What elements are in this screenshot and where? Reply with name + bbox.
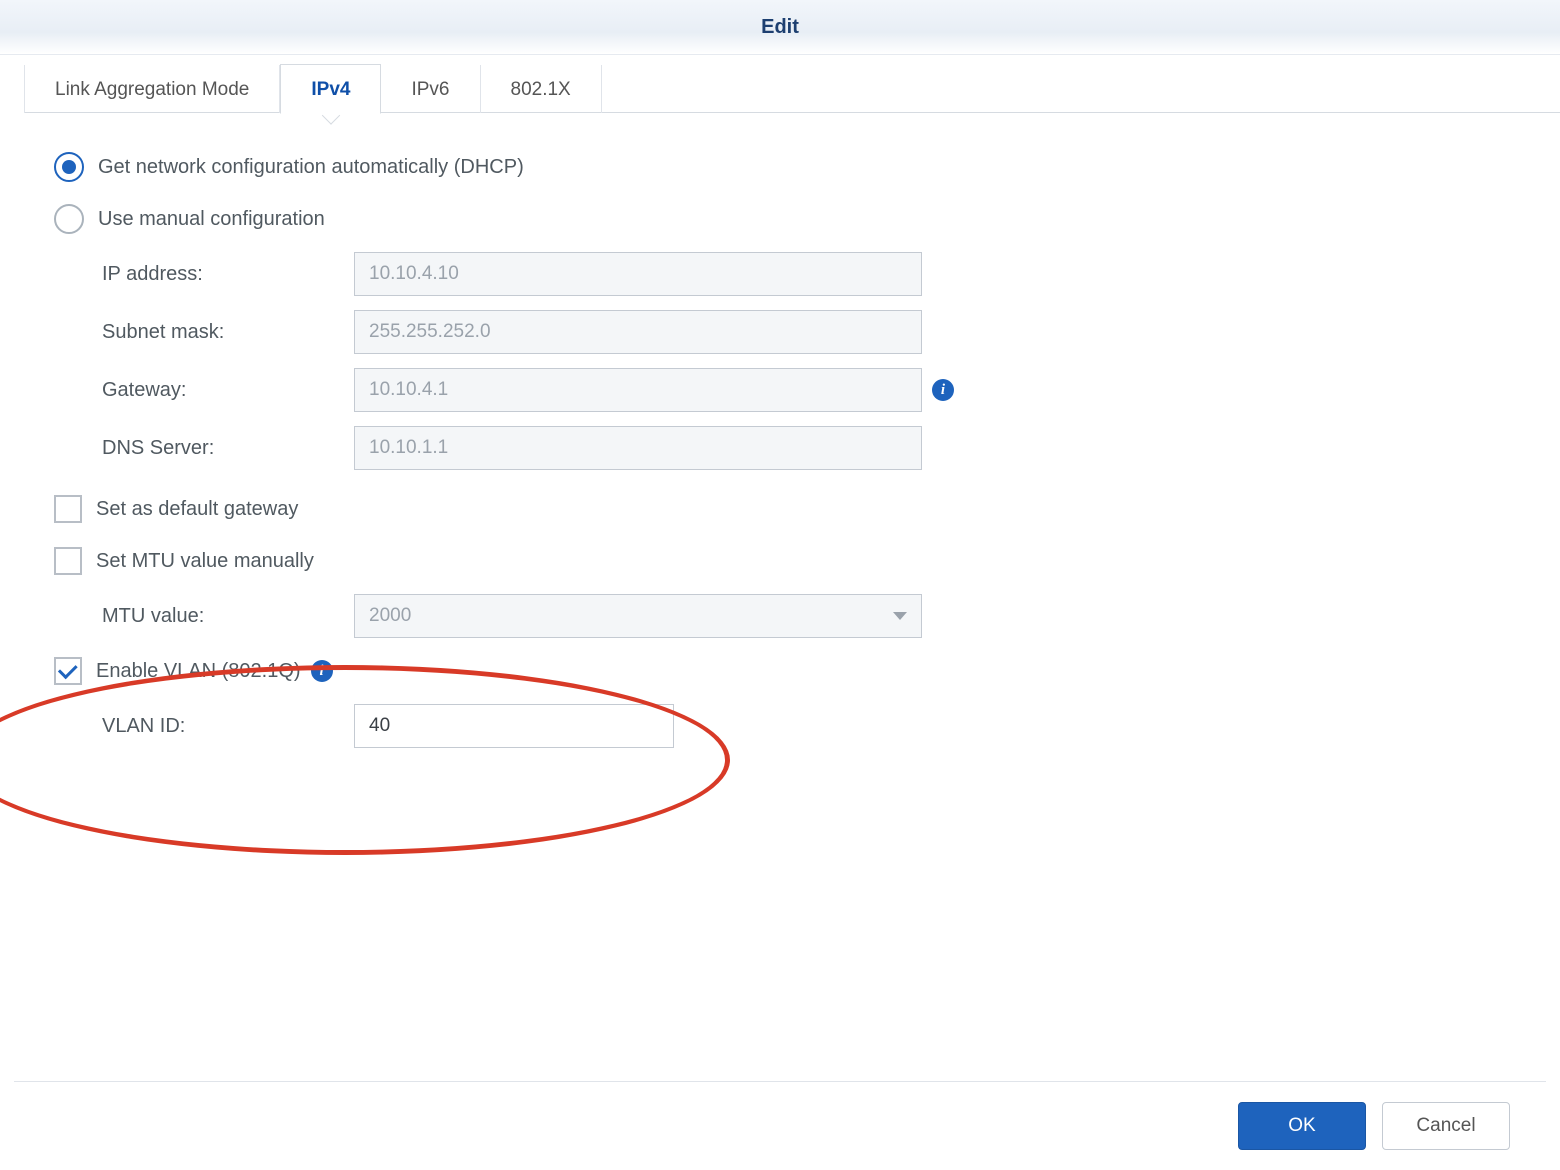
titlebar: Edit <box>0 0 1560 55</box>
dns-label: DNS Server: <box>102 437 354 460</box>
vlan-enable-row: Enable VLAN (802.1Q) <box>54 645 1506 697</box>
tab-8021x[interactable]: 802.1X <box>481 65 602 113</box>
window-title: Edit <box>761 16 799 39</box>
tab-link-aggregation-mode[interactable]: Link Aggregation Mode <box>24 65 280 113</box>
vlan-id-row: VLAN ID: <box>102 697 1506 755</box>
mtu-value-label: MTU value: <box>102 605 354 628</box>
dns-row: DNS Server: <box>102 419 1506 477</box>
mtu-fields: MTU value: 2000 <box>54 587 1506 645</box>
manual-radio-label: Use manual configuration <box>98 208 325 231</box>
vlan-enable-checkbox[interactable] <box>54 657 82 685</box>
chevron-down-icon <box>893 612 907 620</box>
dhcp-radio-row: Get network configuration automatically … <box>54 141 1506 193</box>
ip-row: IP address: <box>102 245 1506 303</box>
gateway-info-icon[interactable] <box>932 379 954 401</box>
default-gateway-row: Set as default gateway <box>54 483 1506 535</box>
subnet-row: Subnet mask: <box>102 303 1506 361</box>
vlan-fields: VLAN ID: <box>54 697 1506 755</box>
ip-label: IP address: <box>102 263 354 286</box>
tab-bar: Link Aggregation Mode IPv4 IPv6 802.1X <box>0 55 1560 113</box>
gateway-label: Gateway: <box>102 379 354 402</box>
mtu-select-value: 2000 <box>369 605 411 627</box>
vlan-enable-label: Enable VLAN (802.1Q) <box>96 660 301 683</box>
tab-content-ipv4: Get network configuration automatically … <box>0 113 1560 1081</box>
default-gateway-checkbox[interactable] <box>54 495 82 523</box>
dhcp-radio-label: Get network configuration automatically … <box>98 156 524 179</box>
mtu-value-row: MTU value: 2000 <box>102 587 1506 645</box>
gateway-row: Gateway: <box>102 361 1506 419</box>
dhcp-radio[interactable] <box>54 152 84 182</box>
mtu-manual-label: Set MTU value manually <box>96 550 314 573</box>
ok-button[interactable]: OK <box>1238 1102 1366 1150</box>
vlan-info-icon[interactable] <box>311 660 333 682</box>
gateway-input[interactable] <box>354 368 922 412</box>
mtu-select[interactable]: 2000 <box>354 594 922 638</box>
edit-dialog: Edit Link Aggregation Mode IPv4 IPv6 802… <box>0 0 1560 1170</box>
manual-radio-row: Use manual configuration <box>54 193 1506 245</box>
manual-radio[interactable] <box>54 204 84 234</box>
subnet-input[interactable] <box>354 310 922 354</box>
subnet-label: Subnet mask: <box>102 321 354 344</box>
mtu-manual-checkbox[interactable] <box>54 547 82 575</box>
default-gateway-label: Set as default gateway <box>96 498 298 521</box>
mtu-manual-row: Set MTU value manually <box>54 535 1506 587</box>
manual-fields: IP address: Subnet mask: Gateway: DNS Se… <box>54 245 1506 477</box>
tab-ipv6[interactable]: IPv6 <box>381 65 480 113</box>
ip-input[interactable] <box>354 252 922 296</box>
dns-input[interactable] <box>354 426 922 470</box>
vlan-id-input[interactable] <box>354 704 674 748</box>
tab-ipv4[interactable]: IPv4 <box>280 64 381 114</box>
vlan-id-label: VLAN ID: <box>102 715 354 738</box>
dialog-footer: OK Cancel <box>14 1081 1546 1170</box>
cancel-button[interactable]: Cancel <box>1382 1102 1510 1150</box>
